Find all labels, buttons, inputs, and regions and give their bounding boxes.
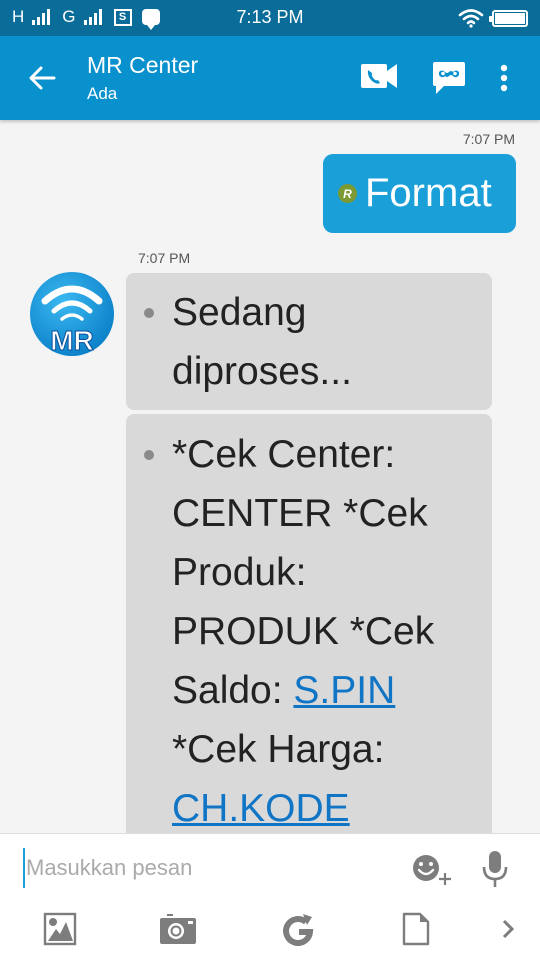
bullet-icon: [144, 308, 154, 318]
video-call-button[interactable]: [360, 61, 398, 91]
message-timestamp: 7:07 PM: [138, 250, 191, 266]
gif-refresh-icon: [283, 914, 314, 946]
outgoing-message-text: Format: [365, 171, 492, 215]
status-bar: H G S 7:13 PM: [0, 0, 540, 36]
outgoing-message-bubble[interactable]: R Format: [323, 154, 516, 233]
message-input[interactable]: [23, 848, 393, 888]
message-composer: [0, 833, 540, 960]
bbm-chat-button[interactable]: [432, 60, 466, 96]
message-timestamp: 7:07 PM: [462, 131, 515, 147]
incoming-message-text: *Cek Center: CENTER *Cek Produk: PRODUK …: [172, 425, 476, 833]
mr-center-logo-icon: MR: [30, 272, 114, 357]
more-tools-button[interactable]: [496, 909, 520, 949]
gif-button[interactable]: [278, 909, 318, 949]
attach-image-button[interactable]: [40, 909, 80, 949]
incoming-message-bubble[interactable]: *Cek Center: CENTER *Cek Produk: PRODUK …: [126, 414, 492, 833]
wifi-icon: [458, 9, 484, 28]
incoming-message-text: Sedang diproses...: [172, 291, 352, 393]
chat-messages[interactable]: 7:07 PM R Format 7:07 PM MR Sedang dipro…: [0, 120, 540, 833]
command-link-spin[interactable]: S.PIN: [293, 669, 395, 712]
voice-input-button[interactable]: [480, 849, 510, 889]
app-bar: MR Center Ada: [0, 36, 540, 120]
chat-title: MR Center: [87, 52, 199, 78]
avatar-text: MR: [50, 325, 94, 356]
emoji-button[interactable]: [408, 849, 454, 889]
message-segment: *Cek Harga:: [172, 728, 385, 771]
bbm-chat-icon: [433, 62, 465, 94]
chat-status: Ada: [87, 84, 118, 103]
video-call-icon: [361, 64, 397, 88]
read-receipt-icon: R: [338, 184, 357, 203]
gallery-icon: [43, 912, 77, 946]
back-button[interactable]: [26, 62, 58, 94]
camera-button[interactable]: [156, 909, 200, 949]
incoming-message-bubble[interactable]: Sedang diproses...: [126, 273, 492, 410]
camera-icon: [160, 914, 196, 944]
more-vert-icon: [500, 64, 508, 92]
message-input-wrapper: [23, 848, 393, 888]
status-right: [458, 8, 528, 28]
attach-file-button[interactable]: [400, 909, 432, 949]
file-icon: [402, 912, 430, 946]
chevron-right-icon: [502, 919, 515, 939]
contact-avatar[interactable]: MR: [29, 271, 115, 357]
command-link-chkode[interactable]: CH.KODE: [172, 787, 350, 830]
bullet-icon: [144, 450, 154, 460]
back-arrow-icon: [29, 66, 56, 90]
battery-icon: [489, 9, 528, 27]
battery-level: [495, 12, 525, 24]
more-options-button[interactable]: [492, 62, 516, 94]
emoji-add-icon: [413, 855, 451, 885]
microphone-icon: [482, 851, 508, 887]
